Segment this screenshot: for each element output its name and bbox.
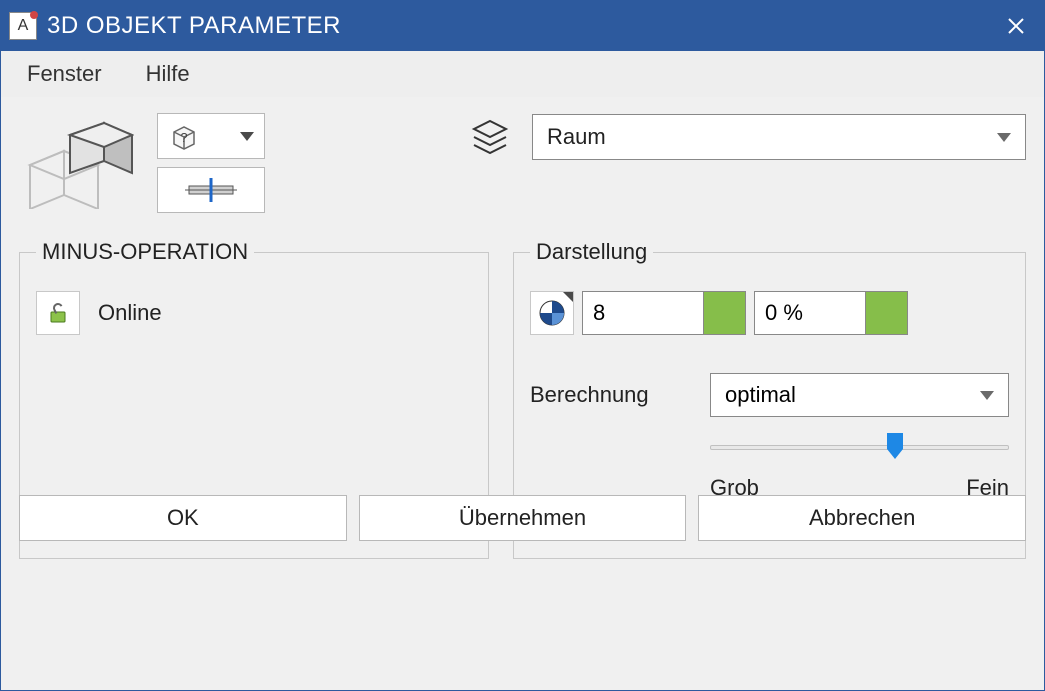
apply-button[interactable]: Übernehmen [359,495,687,541]
online-label: Online [98,300,162,326]
unlock-icon [45,300,71,326]
window-title: 3D OBJEKT PARAMETER [47,12,341,40]
color-mode-button[interactable] [530,291,574,335]
slider-rail [710,445,1009,450]
section-tool-button[interactable] [157,167,265,213]
online-row: Online [36,291,472,335]
minus-operation-legend: MINUS-OPERATION [36,239,254,265]
menubar: Fenster Hilfe [1,51,1044,97]
titlebar: A 3D OBJEKT PARAMETER [1,1,1044,51]
object-type-dropdown[interactable]: ? [157,113,265,159]
percent-color-swatch[interactable] [865,292,907,334]
slider-wrap: Grob Fein [530,439,1009,501]
svg-text:?: ? [180,130,187,145]
question-cube-icon: ? [170,122,198,150]
app-icon-letter: A [18,17,29,35]
berechnung-label: Berechnung [530,382,680,408]
app-icon: A [9,12,37,40]
darstellung-values-row [530,291,1009,335]
segments-field [582,291,746,335]
lock-toggle-button[interactable] [36,291,80,335]
tool-column: ? [157,113,265,213]
layer-area: Raum [466,113,1026,161]
segments-color-swatch[interactable] [703,292,745,334]
cubes-icon [24,117,134,209]
client-area: ? [1,97,1044,559]
top-row: ? [19,113,1026,213]
menu-fenster[interactable]: Fenster [19,55,110,93]
layer-select-value: Raum [547,124,606,150]
berechnung-value: optimal [725,382,796,408]
titlebar-left: A 3D OBJEKT PARAMETER [9,12,341,40]
close-icon [1007,17,1025,35]
ok-button[interactable]: OK [19,495,347,541]
chevron-down-icon [980,391,994,400]
layer-select[interactable]: Raum [532,114,1026,160]
chevron-down-icon [240,132,254,141]
darstellung-legend: Darstellung [530,239,653,265]
slider-thumb[interactable] [884,433,906,459]
chevron-down-icon [997,133,1011,142]
quality-slider[interactable] [710,439,1009,457]
section-plane-icon [183,176,239,204]
menu-hilfe[interactable]: Hilfe [138,55,198,93]
percent-field [754,291,908,335]
pie-icon [537,298,567,328]
close-button[interactable] [992,2,1040,50]
dialog-window: A 3D OBJEKT PARAMETER Fenster Hilfe [0,0,1045,691]
segments-input[interactable] [583,292,703,334]
layers-icon [466,113,514,161]
footer: OK Übernehmen Abbrechen [19,495,1026,541]
object-preview [19,113,139,213]
berechnung-row: Berechnung optimal [530,373,1009,417]
percent-input[interactable] [755,292,865,334]
cancel-button[interactable]: Abbrechen [698,495,1026,541]
berechnung-select[interactable]: optimal [710,373,1009,417]
